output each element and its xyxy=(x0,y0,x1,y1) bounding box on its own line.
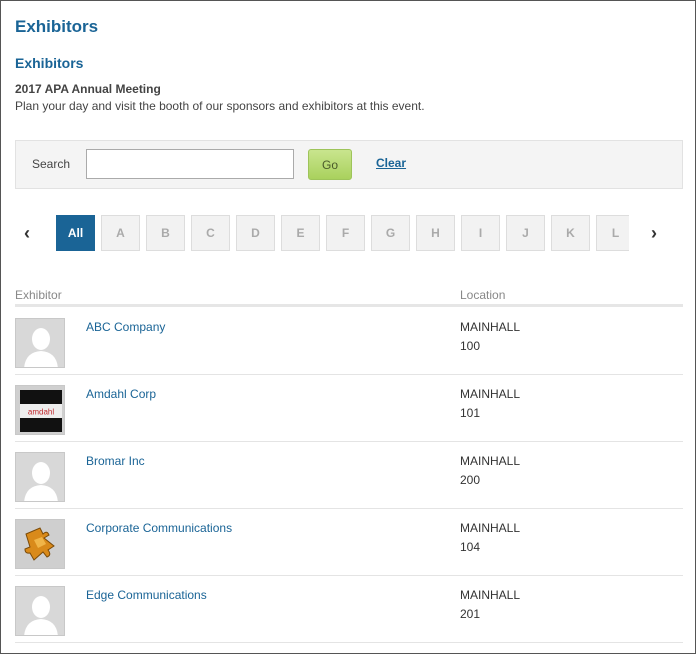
location-booth: 100 xyxy=(460,339,481,353)
search-panel: Search Go Clear xyxy=(15,140,683,189)
exhibitor-name-link[interactable]: Edge Communications xyxy=(86,588,207,602)
search-input[interactable] xyxy=(86,149,294,179)
puzzle-logo xyxy=(15,519,65,569)
location-booth: 201 xyxy=(460,607,481,621)
clear-link[interactable]: Clear xyxy=(376,156,406,170)
table-header: Exhibitor Location xyxy=(15,287,683,307)
avatar-placeholder-icon xyxy=(15,586,65,636)
letter-filter-g[interactable]: G xyxy=(371,215,410,251)
section-title: Exhibitors xyxy=(15,55,84,71)
location-hall: MAINHALL xyxy=(460,387,521,401)
letter-filter-a[interactable]: A xyxy=(101,215,140,251)
location-hall: MAINHALL xyxy=(460,521,521,535)
location-hall: MAINHALL xyxy=(460,454,521,468)
letter-list: All A B C D E F G H I J K L xyxy=(56,215,629,253)
location-booth: 200 xyxy=(460,473,481,487)
location-booth: 104 xyxy=(460,540,481,554)
table-row: amdahl Amdahl Corp MAINHALL 101 xyxy=(15,375,683,442)
alphabet-filter: ‹ All A B C D E F G H I J K L › xyxy=(1,215,695,253)
location-booth: 101 xyxy=(460,406,481,420)
exhibitor-name-link[interactable]: ABC Company xyxy=(86,320,165,334)
letter-filter-d[interactable]: D xyxy=(236,215,275,251)
table-row: Corporate Communications MAINHALL 104 xyxy=(15,509,683,576)
exhibitors-page: Exhibitors Exhibitors 2017 APA Annual Me… xyxy=(0,0,696,654)
table-row: Edge Communications MAINHALL 201 xyxy=(15,576,683,643)
location-hall: MAINHALL xyxy=(460,320,521,334)
exhibitor-list: ABC Company MAINHALL 100 amdahl Amdahl Corp M… xyxy=(15,308,683,643)
letter-filter-h[interactable]: H xyxy=(416,215,455,251)
event-description: Plan your day and visit the booth of our… xyxy=(15,99,425,113)
svg-text:amdahl: amdahl xyxy=(28,408,54,417)
table-row: ABC Company MAINHALL 100 xyxy=(15,308,683,375)
table-row: Bromar Inc MAINHALL 200 xyxy=(15,442,683,509)
exhibitor-name-link[interactable]: Bromar Inc xyxy=(86,454,145,468)
avatar-placeholder-icon xyxy=(15,452,65,502)
letter-filter-k[interactable]: K xyxy=(551,215,590,251)
column-header-location: Location xyxy=(460,288,506,302)
letter-filter-l[interactable]: L xyxy=(596,215,629,251)
avatar-placeholder-icon xyxy=(15,318,65,368)
chevron-left-icon[interactable]: ‹ xyxy=(17,223,37,243)
letter-filter-f[interactable]: F xyxy=(326,215,365,251)
search-label: Search xyxy=(32,157,71,171)
chevron-right-icon[interactable]: › xyxy=(644,223,664,243)
amdahl-logo: amdahl xyxy=(15,385,65,435)
exhibitor-name-link[interactable]: Amdahl Corp xyxy=(86,387,156,401)
letter-filter-all[interactable]: All xyxy=(56,215,95,251)
exhibitor-name-link[interactable]: Corporate Communications xyxy=(86,521,232,535)
letter-filter-c[interactable]: C xyxy=(191,215,230,251)
event-name: 2017 APA Annual Meeting xyxy=(15,82,161,96)
letter-filter-j[interactable]: J xyxy=(506,215,545,251)
letter-filter-i[interactable]: I xyxy=(461,215,500,251)
letter-filter-e[interactable]: E xyxy=(281,215,320,251)
letter-filter-b[interactable]: B xyxy=(146,215,185,251)
go-button[interactable]: Go xyxy=(308,149,352,180)
page-title: Exhibitors xyxy=(15,17,99,36)
column-header-exhibitor: Exhibitor xyxy=(15,288,62,302)
location-hall: MAINHALL xyxy=(460,588,521,602)
